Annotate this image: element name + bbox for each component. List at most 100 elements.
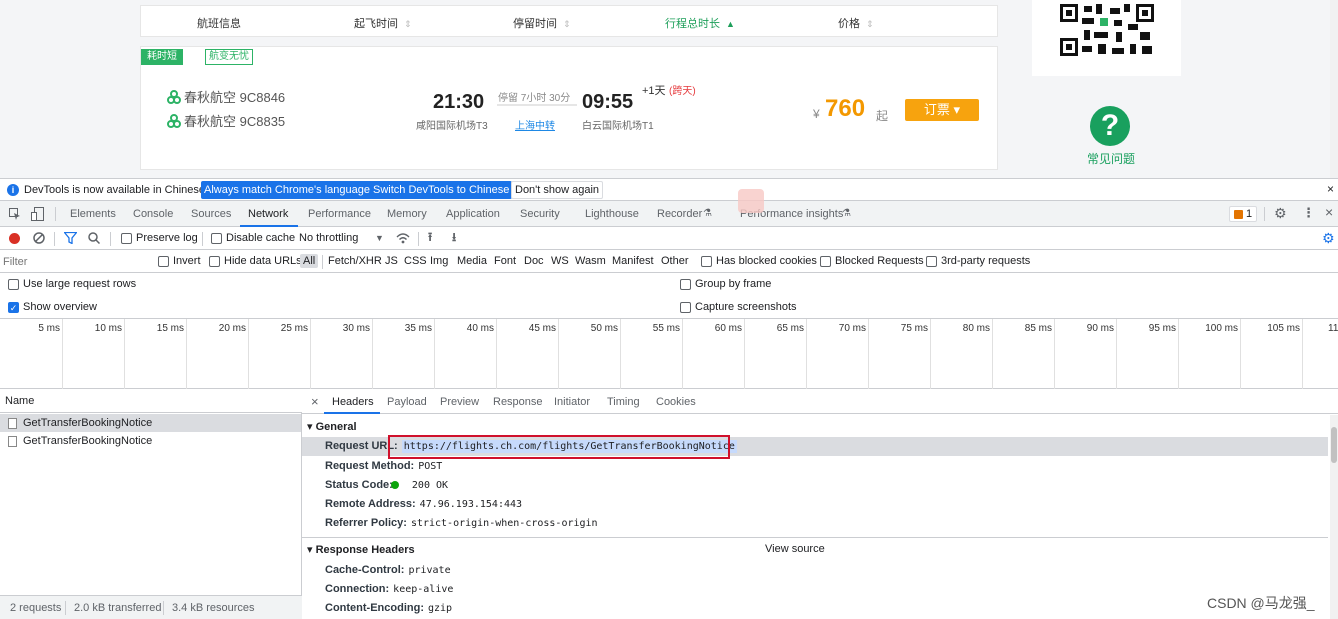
- filter-input[interactable]: [3, 253, 146, 270]
- tab-elements[interactable]: Elements: [70, 208, 116, 220]
- tab-performance[interactable]: Performance: [308, 208, 371, 220]
- request-method-row: Request Method: POST: [325, 460, 443, 472]
- filter-type-other[interactable]: Other: [661, 255, 689, 267]
- filter-type-js[interactable]: JS: [385, 255, 398, 267]
- filter-type-ws[interactable]: WS: [551, 255, 569, 267]
- filter-type-css[interactable]: CSS: [404, 255, 427, 267]
- tab-network[interactable]: Network: [248, 208, 288, 220]
- help-question-icon[interactable]: ?: [1090, 106, 1130, 146]
- sort-price[interactable]: 价格 ⇕: [838, 15, 874, 31]
- filter-type-fetch-xhr[interactable]: Fetch/XHR: [328, 255, 382, 267]
- more-options-icon[interactable]: ⋮: [1302, 206, 1315, 220]
- filter-type-all[interactable]: All: [300, 254, 319, 268]
- sort-stay-time[interactable]: 停留时间 ⇕: [513, 15, 571, 31]
- request-row[interactable]: GetTransferBookingNotice: [0, 414, 301, 432]
- scrollbar-thumb[interactable]: [1331, 427, 1337, 463]
- issues-badge[interactable]: 1: [1229, 206, 1257, 222]
- settings-gear-icon[interactable]: ⚙: [1274, 206, 1287, 220]
- switch-chinese-button[interactable]: Switch DevTools to Chinese: [370, 181, 513, 199]
- close-detail-icon[interactable]: ×: [311, 394, 319, 409]
- detail-tab-headers[interactable]: Headers: [332, 396, 374, 408]
- detail-tab-initiator[interactable]: Initiator: [554, 396, 590, 408]
- timeline-tick-label: 45 ms: [528, 323, 556, 334]
- tab-memory[interactable]: Memory: [387, 208, 427, 220]
- stop-duration: 停留 7小时 30分: [498, 93, 571, 104]
- invert-checkbox[interactable]: [158, 256, 169, 267]
- timeline-tick-label: 11: [1328, 323, 1338, 334]
- large-rows-checkbox[interactable]: [8, 279, 19, 290]
- disable-cache-checkbox[interactable]: [211, 233, 222, 244]
- day-offset: +1天: [642, 85, 666, 97]
- device-toolbar-icon[interactable]: [31, 207, 45, 221]
- search-icon[interactable]: [88, 232, 100, 244]
- active-detail-tab-indicator: [324, 412, 380, 414]
- status-ok-dot-icon: [391, 481, 399, 489]
- sort-depart-time[interactable]: 起飞时间 ⇕: [354, 15, 412, 31]
- timeline-tick-label: 20 ms: [218, 323, 246, 334]
- filter-type-media[interactable]: Media: [457, 255, 487, 267]
- detail-tab-payload[interactable]: Payload: [387, 396, 427, 408]
- flight-card[interactable]: 耗时短 航变无忧 春秋航空 9C8846 春秋航空 9C8835 21:30 咸…: [140, 46, 998, 170]
- filter-type-font[interactable]: Font: [494, 255, 516, 267]
- blocked-requests-checkbox[interactable]: [820, 256, 831, 267]
- general-section-header[interactable]: ▾ General: [307, 420, 357, 433]
- record-icon[interactable]: [9, 233, 20, 244]
- close-devtools-icon[interactable]: ×: [1325, 205, 1333, 219]
- timeline-tick-label: 100 ms: [1205, 323, 1238, 334]
- detail-tab-response[interactable]: Response: [493, 396, 543, 408]
- import-har-icon[interactable]: ⭱: [428, 230, 432, 244]
- site-scrollbar[interactable]: [1330, 0, 1338, 178]
- capture-screenshots-checkbox[interactable]: [680, 302, 691, 313]
- match-language-button[interactable]: Always match Chrome's language: [201, 181, 373, 199]
- network-settings-gear-icon[interactable]: ⚙: [1322, 231, 1335, 245]
- export-har-icon[interactable]: ⭳: [452, 230, 456, 244]
- flask-icon: ⚗: [703, 208, 712, 219]
- filter-type-manifest[interactable]: Manifest: [612, 255, 654, 267]
- throttling-select[interactable]: No throttling: [299, 232, 358, 244]
- tab-recorder[interactable]: Recorder: [657, 208, 702, 220]
- sort-flight-info[interactable]: 航班信息: [197, 15, 241, 31]
- clear-icon[interactable]: [33, 232, 45, 244]
- hide-data-urls-checkbox[interactable]: [209, 256, 220, 267]
- detail-tab-cookies[interactable]: Cookies: [656, 396, 696, 408]
- detail-scrollbar[interactable]: [1330, 415, 1338, 619]
- infobar-close-icon[interactable]: ×: [1327, 182, 1334, 196]
- transfer-city-link[interactable]: 上海中转: [515, 117, 555, 132]
- sort-total-duration[interactable]: 行程总时长 ▲: [665, 15, 735, 31]
- tab-sources[interactable]: Sources: [191, 208, 231, 220]
- group-by-frame-checkbox[interactable]: [680, 279, 691, 290]
- tab-lighthouse[interactable]: Lighthouse: [585, 208, 639, 220]
- transferred-size: 2.0 kB transferred: [74, 602, 162, 614]
- requests-count: 2 requests: [10, 602, 62, 614]
- hide-data-urls-label: Hide data URLs: [224, 255, 302, 267]
- referrer-policy-row: Referrer Policy: strict-origin-when-cross…: [325, 517, 598, 529]
- tab-security[interactable]: Security: [520, 208, 560, 220]
- timeline-tick-label: 70 ms: [838, 323, 866, 334]
- detail-tab-timing[interactable]: Timing: [607, 396, 640, 408]
- help-link[interactable]: 常见问题: [1087, 150, 1135, 167]
- filter-funnel-icon[interactable]: [64, 232, 77, 244]
- filter-type-wasm[interactable]: Wasm: [575, 255, 606, 267]
- third-party-checkbox[interactable]: [926, 256, 937, 267]
- timeline-tick-label: 55 ms: [652, 323, 680, 334]
- filter-type-doc[interactable]: Doc: [524, 255, 544, 267]
- dont-show-again-button[interactable]: Don't show again: [511, 181, 604, 199]
- book-button[interactable]: 订票 ▾: [905, 99, 979, 121]
- tab-application[interactable]: Application: [446, 208, 500, 220]
- show-overview-checkbox[interactable]: ✓: [8, 302, 19, 313]
- filter-type-img[interactable]: Img: [430, 255, 448, 267]
- qr-box: [1032, 0, 1181, 76]
- watermark: CSDN @马龙强_: [1207, 595, 1315, 611]
- network-conditions-icon[interactable]: [396, 232, 410, 244]
- request-row[interactable]: GetTransferBookingNotice: [0, 432, 301, 450]
- tab-console[interactable]: Console: [133, 208, 173, 220]
- detail-tab-preview[interactable]: Preview: [440, 396, 479, 408]
- network-overview-timeline[interactable]: 5 ms 10 ms 15 ms 20 ms 25 ms 30 ms 35 ms 40 ms 4…: [0, 319, 1338, 389]
- response-headers-section-header[interactable]: ▾ Response Headers: [307, 543, 415, 556]
- preserve-log-checkbox[interactable]: [121, 233, 132, 244]
- view-source-link[interactable]: View source: [765, 543, 825, 555]
- inspect-element-icon[interactable]: [9, 208, 21, 220]
- chevron-down-icon: ▼: [375, 233, 384, 243]
- has-blocked-cookies-checkbox[interactable]: [701, 256, 712, 267]
- name-column-header[interactable]: Name: [0, 389, 302, 413]
